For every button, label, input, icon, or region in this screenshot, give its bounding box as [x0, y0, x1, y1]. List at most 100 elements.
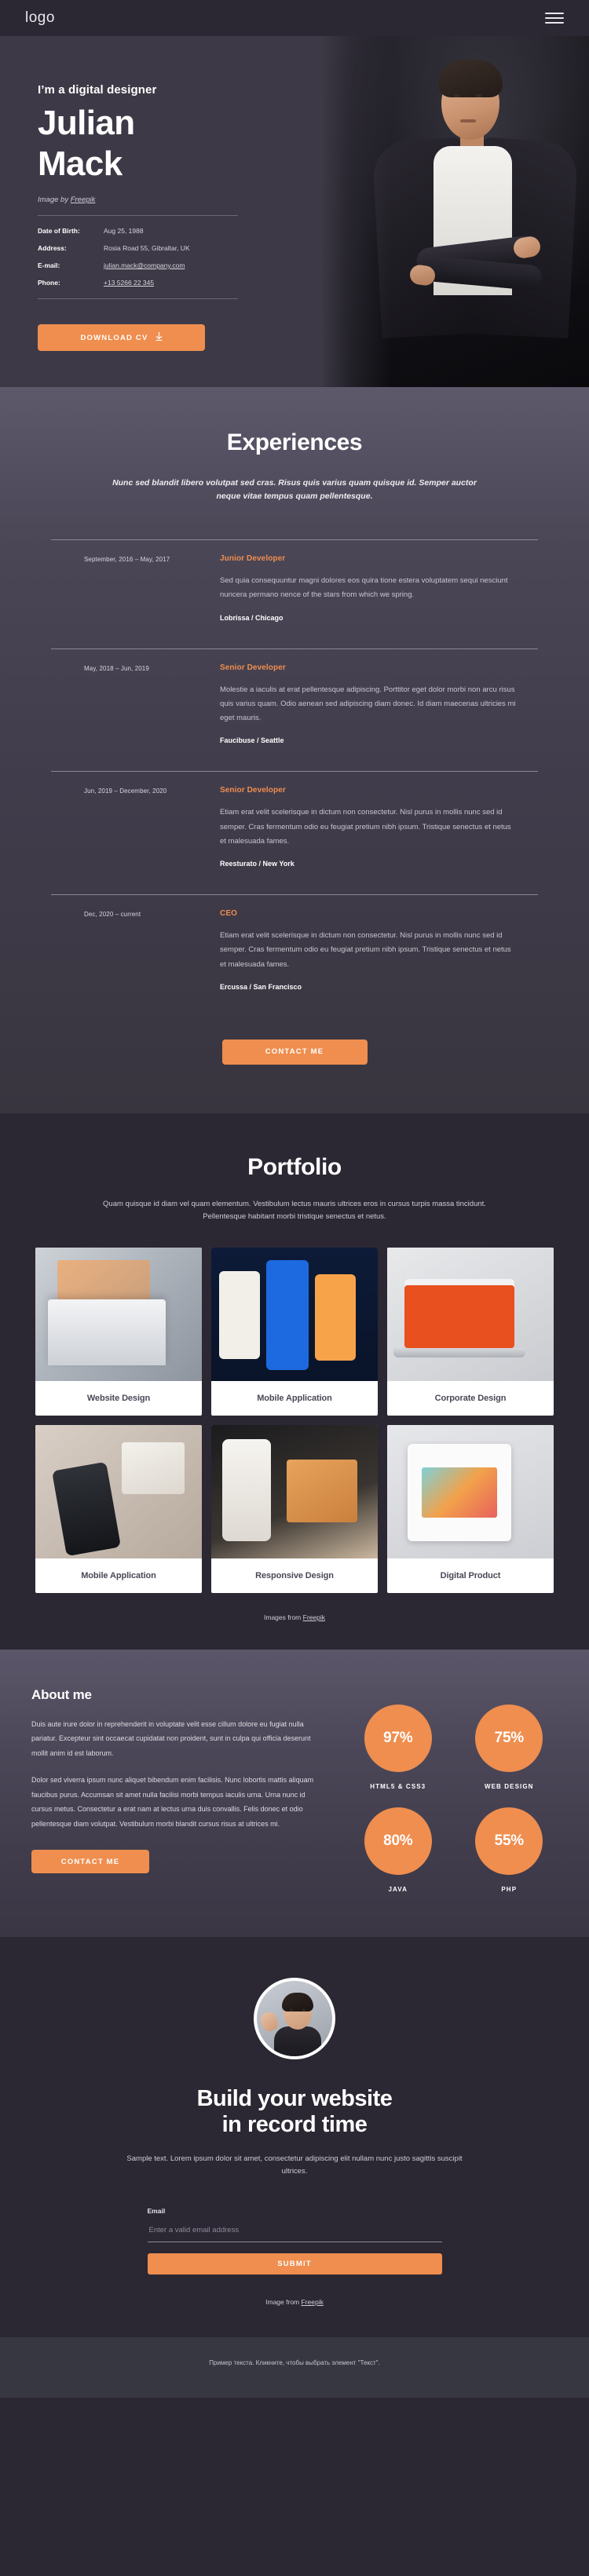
about-paragraph-2: Dolor sed viverra ipsum nunc aliquet bib…	[31, 1776, 314, 1828]
about-paragraph-1: Duis aute irure dolor in reprehenderit i…	[31, 1720, 311, 1757]
skill-percentage: 55%	[475, 1807, 543, 1876]
about-text-column: About me Duis aute irure dolor in repreh…	[31, 1687, 326, 1893]
skill-percentage: 75%	[475, 1705, 543, 1773]
fact-label: Address:	[38, 244, 67, 253]
download-cv-button[interactable]: DOWNLOAD CV	[38, 324, 205, 352]
fact-row-address: Address: Rosia Road 55, Gibraltar, UK	[38, 244, 254, 253]
fact-value: +13 5266 22 345	[104, 279, 154, 287]
submit-button[interactable]: SUBMIT	[147, 2253, 442, 2275]
portfolio-card[interactable]: Mobile Application	[35, 1425, 202, 1594]
contact-me-button[interactable]: CONTACT ME	[221, 1039, 368, 1065]
about-contact-me-button[interactable]: CONTACT ME	[31, 1850, 149, 1874]
experience-description: Sed quia consequuntur magni dolores eos …	[220, 576, 508, 600]
fact-label: E-mail:	[38, 261, 60, 270]
experience-item: May, 2018 – Jun, 2019 Senior Developer M…	[51, 648, 538, 772]
experience-body: Senior Developer Etiam erat velit sceler…	[220, 786, 538, 868]
skill-label: HTML5 & CSS3	[370, 1783, 426, 1791]
about-title: About me	[31, 1687, 92, 1703]
portfolio-grid: Website Design Mobile Application Corpor…	[35, 1248, 554, 1594]
download-cv-label: DOWNLOAD CV	[80, 333, 148, 342]
experience-date: Jun, 2019 – December, 2020	[84, 787, 167, 795]
experience-item: Jun, 2019 – December, 2020 Senior Develo…	[51, 771, 538, 894]
experience-item: Dec, 2020 – current CEO Etiam erat velit…	[51, 894, 538, 1018]
fact-value: Rosia Road 55, Gibraltar, UK	[104, 244, 190, 253]
email-field[interactable]	[147, 2222, 442, 2242]
site-header: logo	[0, 0, 589, 36]
portfolio-card-caption: Mobile Application	[257, 1394, 332, 1404]
hero-section: I’m a digital designer Julian Mack Image…	[0, 36, 589, 388]
experience-body: Senior Developer Molestie a iaculis at e…	[220, 663, 538, 745]
burger-line	[545, 17, 564, 19]
skill-item: 97% HTML5 & CSS3	[349, 1705, 447, 1790]
experience-description: Etiam erat velit scelerisque in dictum n…	[220, 931, 511, 969]
hero-kicker: I’m a digital designer	[38, 83, 157, 97]
portfolio-thumbnail	[211, 1425, 378, 1559]
experiences-list: September, 2016 – May, 2017 Junior Devel…	[51, 539, 538, 1018]
experience-role: Junior Developer	[220, 554, 286, 564]
portfolio-thumbnail	[387, 1248, 554, 1382]
experience-date: May, 2018 – Jun, 2019	[84, 664, 149, 672]
portfolio-card-caption: Website Design	[86, 1394, 151, 1404]
portfolio-card-caption: Corporate Design	[434, 1394, 507, 1404]
portfolio-thumbnail	[35, 1248, 202, 1382]
hamburger-menu-icon[interactable]	[545, 13, 564, 24]
skill-label: WEB DESIGN	[484, 1783, 534, 1791]
portfolio-thumbnail	[35, 1425, 202, 1559]
hero-image-credit: Image by Freepik	[38, 195, 338, 204]
experience-role: CEO	[220, 909, 237, 919]
experiences-title: Experiences	[226, 429, 363, 456]
skill-item: 75% WEB DESIGN	[461, 1705, 558, 1790]
portfolio-card[interactable]: Digital Product	[387, 1425, 554, 1594]
experience-description: Etiam erat velit scelerisque in dictum n…	[220, 808, 511, 846]
experience-company: Reesturato / New York	[220, 860, 294, 868]
hero-text-block: I’m a digital designer Julian Mack Image…	[0, 36, 338, 387]
footer-text[interactable]: Пример текста. Кликните, чтобы выбрать э…	[0, 2359, 589, 2366]
email-link[interactable]: julian.mack@company.com	[104, 261, 185, 269]
skill-item: 55% PHP	[461, 1807, 558, 1893]
portfolio-credit-prefix: Images from	[264, 1613, 303, 1622]
hero-portrait-photo	[322, 36, 589, 388]
hero-name-line2: Mack	[38, 144, 123, 183]
portfolio-image-credit: Images from Freepik	[0, 1613, 589, 1621]
hero-facts-list: Date of Birth: Aug 25, 1988 Address: Ros…	[38, 227, 254, 287]
experience-body: CEO Etiam erat velit scelerisque in dict…	[220, 909, 538, 991]
cta-title-line1: Build your website	[196, 2086, 393, 2112]
about-inner: About me Duis aute irure dolor in repreh…	[31, 1687, 558, 1893]
signup-form: Email SUBMIT	[147, 2206, 442, 2275]
portfolio-card[interactable]: Responsive Design	[211, 1425, 378, 1594]
about-section: About me Duis aute irure dolor in repreh…	[0, 1650, 589, 1938]
fact-row-dob: Date of Birth: Aug 25, 1988	[38, 227, 254, 236]
email-label: Email	[147, 2206, 166, 2215]
portfolio-thumbnail	[211, 1248, 378, 1382]
hero-divider-top	[38, 215, 238, 216]
experience-date: Dec, 2020 – current	[84, 911, 141, 919]
experience-company: Faucibuse / Seattle	[220, 736, 284, 745]
cta-subtitle: Sample text. Lorem ipsum dolor sit amet,…	[126, 2154, 463, 2176]
experience-company: Ercussa / San Francisco	[220, 982, 302, 991]
burger-line	[545, 13, 564, 14]
experience-company: Lobrissa / Chicago	[220, 613, 284, 622]
skill-percentage: 97%	[364, 1705, 432, 1773]
portfolio-thumbnail	[387, 1425, 554, 1559]
hero-credit-link[interactable]: Freepik	[71, 195, 96, 204]
fact-value: Aug 25, 1988	[104, 227, 144, 235]
portfolio-card[interactable]: Mobile Application	[211, 1248, 378, 1416]
hero-name-line1: Julian	[38, 104, 135, 142]
portfolio-subtitle: Quam quisque id diam vel quam elementum.…	[103, 1199, 486, 1222]
logo[interactable]: logo	[25, 9, 55, 27]
experience-description: Molestie a iaculis at erat pellentesque …	[220, 685, 516, 723]
portfolio-credit-link[interactable]: Freepik	[303, 1613, 325, 1621]
portfolio-section: Portfolio Quam quisque id diam vel quam …	[0, 1113, 589, 1650]
portfolio-card[interactable]: Website Design	[35, 1248, 202, 1416]
experience-body: Junior Developer Sed quia consequuntur m…	[220, 554, 538, 621]
avatar	[254, 1978, 335, 2060]
cta-image-credit: Image from Freepik	[0, 2298, 589, 2306]
cta-section: Build your website in record time Sample…	[0, 1937, 589, 2337]
fact-row-email: E-mail: julian.mack@company.com	[38, 261, 254, 270]
cta-credit-prefix: Image from	[265, 2297, 302, 2306]
download-arrow-icon	[155, 332, 163, 343]
cta-credit-link[interactable]: Freepik	[302, 2298, 324, 2306]
portfolio-card[interactable]: Corporate Design	[387, 1248, 554, 1416]
experiences-cta-wrap: CONTACT ME	[0, 1039, 589, 1065]
phone-link[interactable]: +13 5266 22 345	[104, 279, 154, 287]
